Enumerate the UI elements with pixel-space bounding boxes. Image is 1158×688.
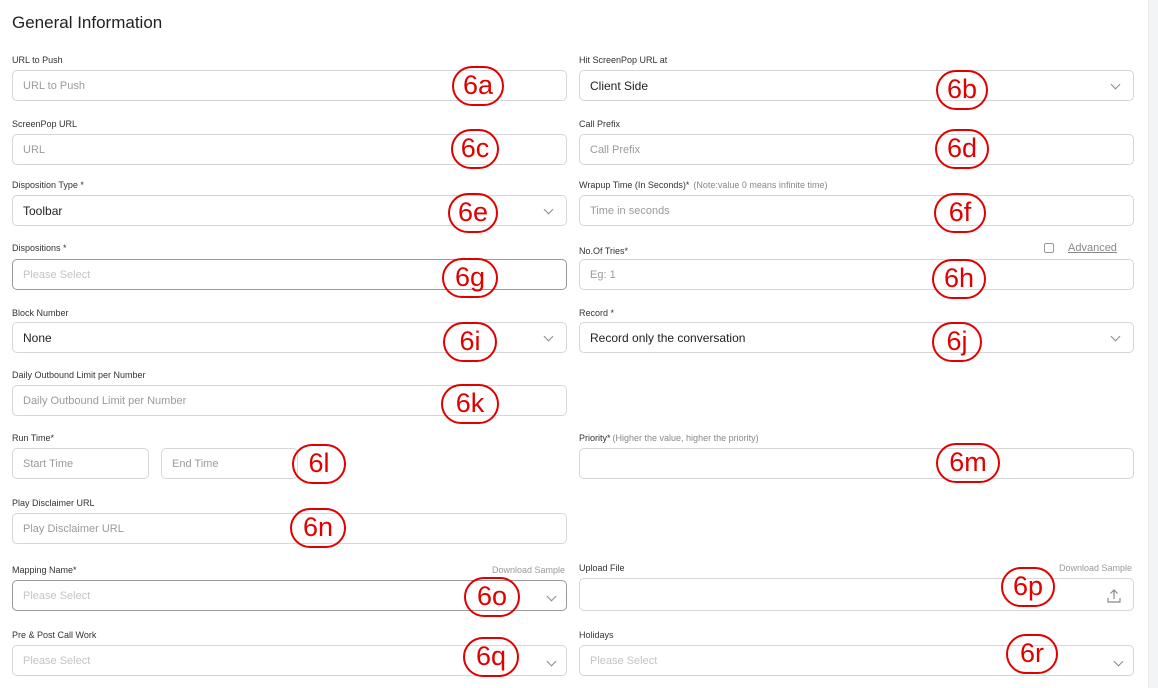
page-scrollbar-track [1148,0,1158,688]
start-time-placeholder: Start Time [23,458,74,470]
no-of-tries-placeholder: Eg: 1 [590,269,616,281]
priority-note: (Higher the value, higher the priority) [612,433,759,443]
upload-download-sample-link[interactable]: Download Sample [1059,563,1132,574]
advanced-link[interactable]: Advanced [1068,242,1117,254]
no-of-tries-input[interactable]: Eg: 1 [579,259,1134,290]
disposition-type-value: Toolbar [23,204,63,218]
upload-icon[interactable] [1106,588,1122,604]
chevron-down-icon [543,204,554,215]
daily-outbound-placeholder: Daily Outbound Limit per Number [23,395,187,407]
block-number-label: Block Number [12,308,69,318]
annotation-6q: 6q [463,637,519,677]
record-label: Record * [579,308,615,318]
holidays-placeholder: Please Select [590,655,658,667]
call-prefix-label: Call Prefix [579,119,621,129]
chevron-down-icon [1110,79,1121,90]
url-to-push-placeholder: URL to Push [23,80,85,92]
record-value: Record only the conversation [590,331,746,345]
end-time-input[interactable]: End Time [161,448,298,479]
annotation-6k: 6k [441,384,499,424]
chevron-down-icon [543,331,554,342]
holidays-label: Holidays [579,630,614,640]
call-prefix-input[interactable]: Call Prefix [579,134,1134,165]
priority-input[interactable] [579,448,1134,479]
annotation-6b: 6b [936,70,988,110]
mapping-name-label: Mapping Name* [12,565,77,575]
annotation-6i: 6i [443,322,497,362]
wrapup-time-placeholder: Time in seconds [590,205,670,217]
chevron-down-icon [1113,656,1124,667]
advanced-checkbox[interactable] [1044,243,1054,253]
block-number-value: None [23,331,52,345]
play-disclaimer-placeholder: Play Disclaimer URL [23,523,124,535]
annotation-6r: 6r [1006,634,1058,674]
disposition-type-label: Disposition Type * [12,180,84,190]
wrapup-time-input[interactable]: Time in seconds [579,195,1134,226]
daily-outbound-label: Daily Outbound Limit per Number [12,370,146,380]
end-time-placeholder: End Time [172,458,219,470]
call-prefix-placeholder: Call Prefix [590,144,641,156]
mapping-name-placeholder: Please Select [23,590,91,602]
no-of-tries-label: No.Of Tries* [579,246,629,256]
annotation-6p: 6p [1001,567,1055,607]
screenpop-url-label: ScreenPop URL [12,119,78,129]
chevron-down-icon [546,591,557,602]
mapping-download-sample-link[interactable]: Download Sample [492,565,565,576]
dispositions-placeholder: Please Select [23,269,91,281]
run-time-label: Run Time* [12,433,55,443]
dispositions-label: Dispositions * [12,243,67,253]
chevron-down-icon [1110,331,1121,342]
annotation-6c: 6c [451,129,499,169]
screenpop-url-placeholder: URL [23,144,46,156]
annotation-6n: 6n [290,508,346,548]
priority-label: Priority* (Higher the value, higher the p… [579,433,759,444]
hit-screenpop-label: Hit ScreenPop URL at [579,55,668,65]
annotation-6d: 6d [935,129,989,169]
wrapup-time-note: (Note:value 0 means infinite time) [693,180,828,190]
annotation-6o: 6o [464,577,520,617]
upload-file-label: Upload File [579,563,625,573]
start-time-input[interactable]: Start Time [12,448,149,479]
wrapup-time-label: Wrapup Time (In Seconds)* (Note:value 0 m… [579,180,827,191]
url-to-push-label: URL to Push [12,55,63,65]
annotation-6h: 6h [932,259,986,299]
chevron-down-icon [546,656,557,667]
annotation-6g: 6g [442,258,498,298]
annotation-6j: 6j [932,322,982,362]
pre-post-call-label: Pre & Post Call Work [12,630,97,640]
wrapup-time-label-text: Wrapup Time (In Seconds)* [579,180,690,190]
play-disclaimer-label: Play Disclaimer URL [12,498,95,508]
annotation-6f: 6f [934,193,986,233]
annotation-6e: 6e [448,193,498,233]
annotation-6m: 6m [936,443,1000,483]
annotation-6l: 6l [292,444,346,484]
section-title: General Information [12,13,163,32]
annotation-6a: 6a [452,66,504,106]
priority-label-text: Priority* [579,433,611,443]
hit-screenpop-select[interactable]: Client Side [579,70,1134,101]
pre-post-call-placeholder: Please Select [23,655,91,667]
record-select[interactable]: Record only the conversation [579,322,1134,353]
hit-screenpop-value: Client Side [590,79,649,93]
